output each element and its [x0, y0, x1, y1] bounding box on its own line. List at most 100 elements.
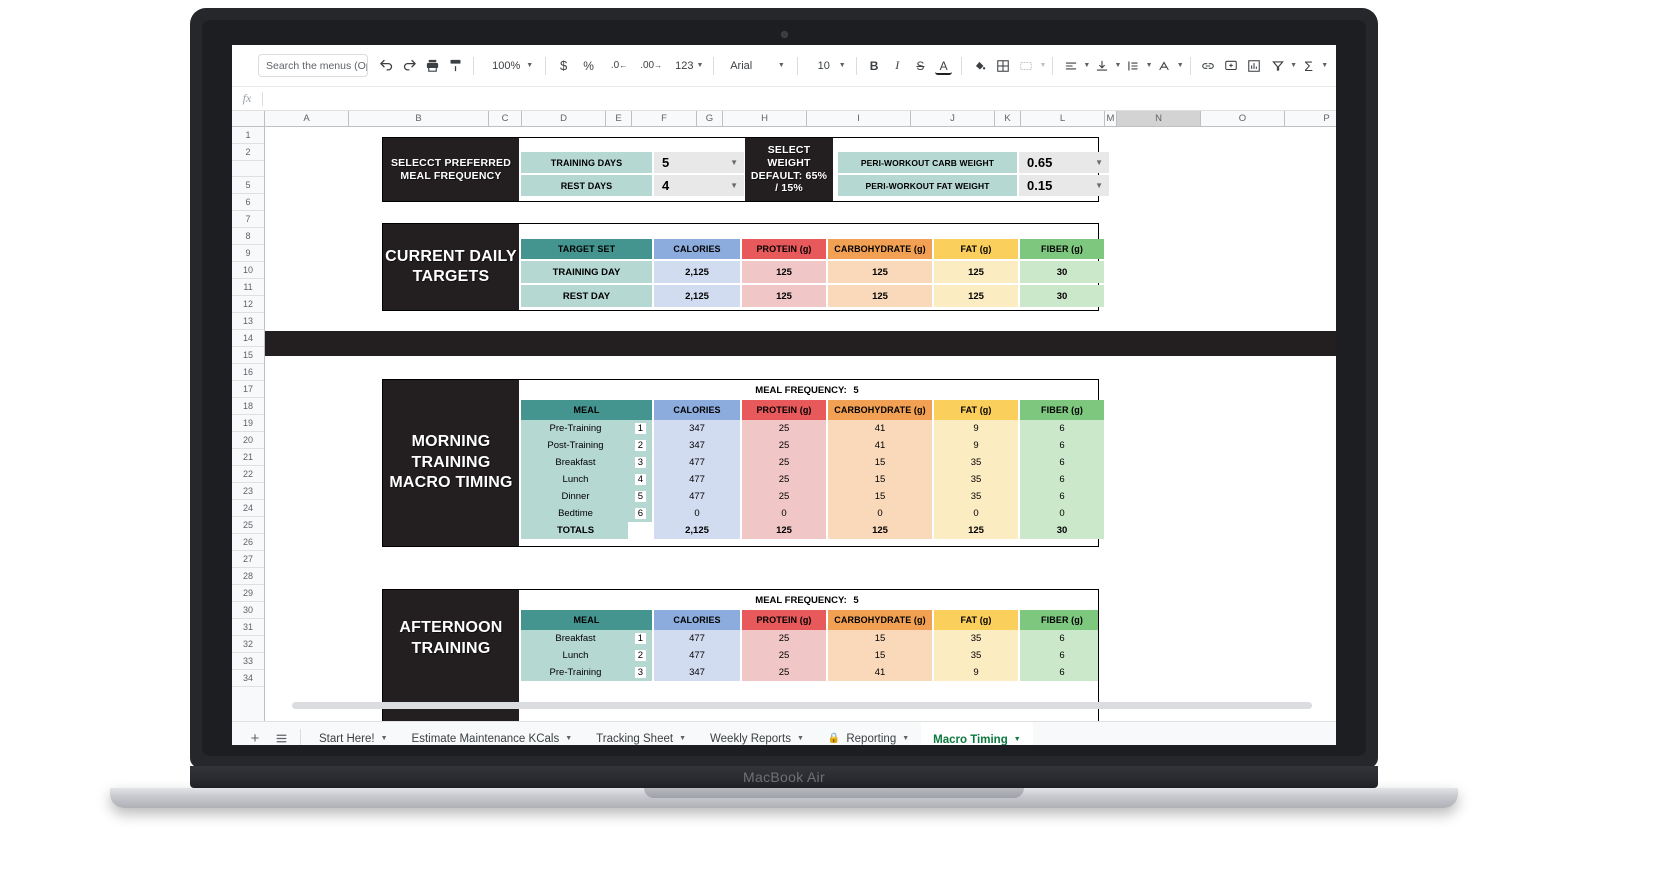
column-header-p[interactable]: P: [1285, 111, 1336, 126]
print-icon[interactable]: [424, 55, 441, 77]
strikethrough-button[interactable]: S: [912, 55, 929, 77]
column-header-n[interactable]: N: [1117, 111, 1201, 126]
chevron-down-icon[interactable]: ▼: [565, 735, 572, 742]
table-row[interactable]: Pre-Training 1 347 25 41 9 6: [521, 420, 1106, 437]
peri-carb-weight-dropdown[interactable]: 0.65 ▼: [1019, 152, 1109, 173]
italic-button[interactable]: I: [889, 55, 906, 77]
paint-format-icon[interactable]: [447, 55, 464, 77]
undo-icon[interactable]: [378, 55, 395, 77]
row-header-22[interactable]: 22: [232, 466, 264, 483]
text-rotation-icon[interactable]: [1156, 55, 1173, 77]
column-header-o[interactable]: O: [1201, 111, 1285, 126]
row-header-7[interactable]: 7: [232, 211, 264, 228]
row-header-31[interactable]: 31: [232, 619, 264, 636]
redo-icon[interactable]: [401, 55, 418, 77]
row-header-6[interactable]: 6: [232, 194, 264, 211]
table-row[interactable]: TRAINING DAY 2,125 125 125 125 30: [521, 261, 1106, 283]
chart-icon[interactable]: [1246, 55, 1263, 77]
chevron-down-icon[interactable]: ▼: [1083, 62, 1090, 69]
row-header-collapsed[interactable]: [232, 161, 264, 177]
row-header-1[interactable]: 1: [232, 127, 264, 144]
chevron-down-icon[interactable]: ▼: [1321, 62, 1328, 69]
row-header-34[interactable]: 34: [232, 670, 264, 687]
row-header-16[interactable]: 16: [232, 364, 264, 381]
link-icon[interactable]: [1199, 55, 1216, 77]
chevron-down-icon[interactable]: ▼: [1014, 736, 1021, 743]
text-color-button[interactable]: A: [935, 59, 953, 75]
chevron-down-icon[interactable]: ▼: [1177, 62, 1184, 69]
column-header-d[interactable]: D: [522, 111, 606, 126]
row-header-25[interactable]: 25: [232, 517, 264, 534]
row-header-13[interactable]: 13: [232, 313, 264, 330]
table-row[interactable]: Lunch 4 477 25 15 35 6: [521, 471, 1106, 488]
row-header-24[interactable]: 24: [232, 500, 264, 517]
row-header-29[interactable]: 29: [232, 585, 264, 602]
column-header-m[interactable]: M: [1105, 111, 1117, 126]
vertical-align-icon[interactable]: [1093, 55, 1110, 77]
text-wrap-icon[interactable]: [1124, 55, 1141, 77]
row-header-14[interactable]: 14: [232, 330, 264, 347]
currency-format-button[interactable]: $: [556, 55, 571, 77]
chevron-down-icon[interactable]: ▼: [1146, 62, 1153, 69]
bold-button[interactable]: B: [865, 55, 882, 77]
sheet-canvas[interactable]: SELECCT PREFERRED MEAL FREQUENCY TRAININ…: [265, 127, 1336, 721]
column-header-f[interactable]: F: [632, 111, 697, 126]
column-header-j[interactable]: J: [911, 111, 995, 126]
table-row[interactable]: Breakfast 1 477 25 15 35 6: [521, 630, 1098, 647]
peri-fat-weight-dropdown[interactable]: 0.15 ▼: [1019, 175, 1109, 196]
row-header-26[interactable]: 26: [232, 534, 264, 551]
font-family-selector[interactable]: Arial ▼: [724, 60, 791, 72]
column-header-e[interactable]: E: [606, 111, 632, 126]
row-header-17[interactable]: 17: [232, 381, 264, 398]
sheet-tab-weekly-reports[interactable]: Weekly Reports ▼: [698, 722, 816, 746]
number-format-button[interactable]: 123 ▼: [671, 55, 707, 77]
percent-format-button[interactable]: %: [579, 55, 598, 77]
column-header-h[interactable]: H: [723, 111, 807, 126]
column-header-g[interactable]: G: [697, 111, 723, 126]
table-row[interactable]: Post-Training 2 347 25 41 9 6: [521, 437, 1106, 454]
row-header-20[interactable]: 20: [232, 432, 264, 449]
increase-decimal-button[interactable]: .00 →: [636, 55, 666, 77]
chevron-down-icon[interactable]: ▼: [1114, 62, 1121, 69]
row-header-11[interactable]: 11: [232, 279, 264, 296]
chevron-down-icon[interactable]: ▼: [679, 735, 686, 742]
row-header-28[interactable]: 28: [232, 568, 264, 585]
sheet-tab-start-here[interactable]: Start Here! ▼: [307, 722, 400, 746]
search-menus-input[interactable]: Search the menus (Option+/): [258, 54, 368, 77]
column-header-b[interactable]: B: [349, 111, 489, 126]
row-header-33[interactable]: 33: [232, 653, 264, 670]
table-row[interactable]: TOTALS 2,125 125 125 125 30: [521, 522, 1106, 539]
rest-days-dropdown[interactable]: 4 ▼: [654, 175, 744, 196]
table-row[interactable]: Pre-Training 3 347 25 41 9 6: [521, 664, 1098, 681]
chevron-down-icon[interactable]: ▼: [902, 735, 909, 742]
merge-cells-icon[interactable]: [1017, 55, 1034, 77]
sheet-tab-macro-timing[interactable]: Macro Timing ▼: [921, 721, 1033, 745]
table-row[interactable]: Lunch 2 477 25 15 35 6: [521, 647, 1098, 664]
chevron-down-icon[interactable]: ▼: [1039, 62, 1046, 69]
all-sheets-icon[interactable]: [268, 726, 294, 746]
row-header-18[interactable]: 18: [232, 398, 264, 415]
sheet-tab-tracking-sheet[interactable]: Tracking Sheet ▼: [584, 722, 698, 746]
chevron-down-icon[interactable]: ▼: [1290, 62, 1297, 69]
table-row[interactable]: Breakfast 3 477 25 15 35 6: [521, 454, 1106, 471]
filter-icon[interactable]: [1269, 55, 1286, 77]
column-header-l[interactable]: L: [1021, 111, 1105, 126]
functions-icon[interactable]: Σ: [1300, 55, 1317, 77]
row-header-8[interactable]: 8: [232, 228, 264, 245]
row-header-5[interactable]: 5: [232, 177, 264, 194]
row-header-12[interactable]: 12: [232, 296, 264, 313]
zoom-selector[interactable]: 100% ▼: [486, 60, 539, 72]
borders-icon[interactable]: [994, 55, 1011, 77]
row-header-27[interactable]: 27: [232, 551, 264, 568]
row-header-15[interactable]: 15: [232, 347, 264, 364]
sheet-tab-estimate-maintenance-kcals[interactable]: Estimate Maintenance KCals ▼: [400, 722, 585, 746]
column-header-k[interactable]: K: [995, 111, 1021, 126]
select-all-corner[interactable]: [232, 111, 265, 126]
row-header-30[interactable]: 30: [232, 602, 264, 619]
row-header-19[interactable]: 19: [232, 415, 264, 432]
add-sheet-button[interactable]: +: [242, 726, 268, 745]
column-header-a[interactable]: A: [265, 111, 349, 126]
fill-color-icon[interactable]: [971, 55, 988, 77]
table-row[interactable]: REST DAY 2,125 125 125 125 30: [521, 285, 1106, 307]
chevron-down-icon[interactable]: ▼: [381, 735, 388, 742]
